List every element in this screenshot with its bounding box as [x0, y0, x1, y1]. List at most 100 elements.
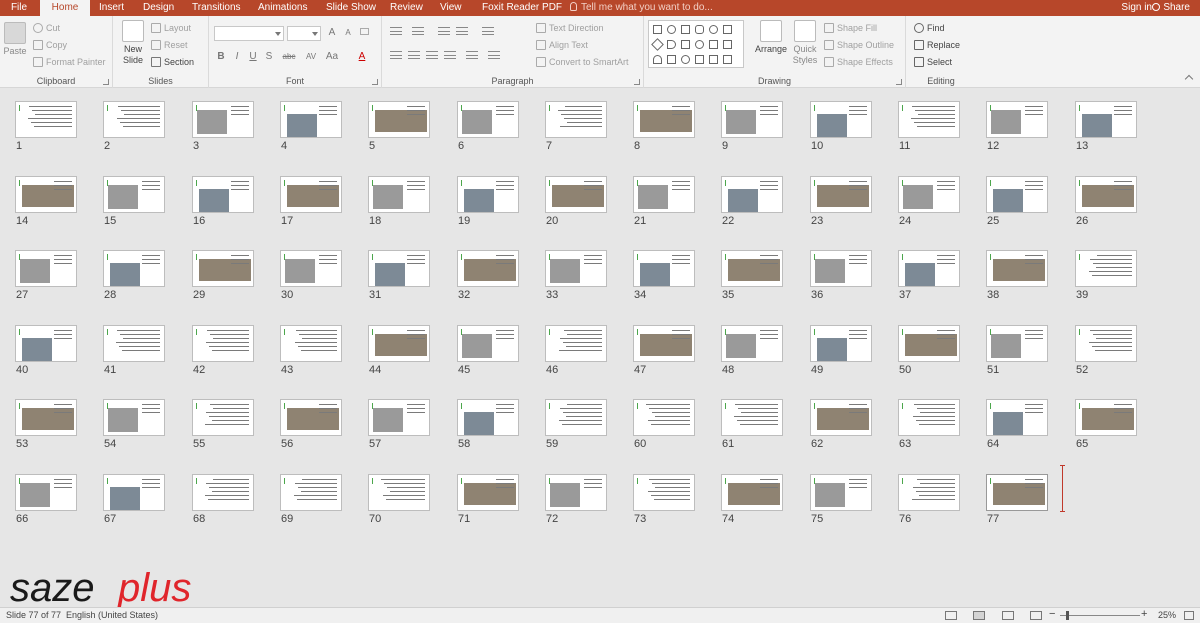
slide-thumbnail[interactable]: 49: [810, 325, 872, 376]
slide-thumbnail[interactable]: 41: [103, 325, 165, 376]
character-spacing-button[interactable]: AV: [302, 51, 320, 63]
slide-thumbnail[interactable]: 19: [457, 176, 519, 227]
share-button[interactable]: Share: [1152, 0, 1190, 16]
slide-thumbnail[interactable]: 59: [545, 399, 607, 450]
more-shapes-icon[interactable]: [723, 55, 732, 64]
slide-thumbnail[interactable]: 6: [457, 101, 519, 152]
slide-thumbnail[interactable]: 67: [103, 474, 165, 525]
slide-thumbnail[interactable]: 73: [633, 474, 695, 525]
zoom-slider-track[interactable]: [1060, 615, 1140, 616]
slide-thumbnail[interactable]: 69: [280, 474, 342, 525]
slide-thumbnail[interactable]: 28: [103, 250, 165, 301]
curve-shape-icon[interactable]: [681, 55, 690, 64]
slide-thumbnail[interactable]: 27: [15, 250, 77, 301]
increase-indent-icon[interactable]: [456, 27, 468, 35]
slide-thumbnail[interactable]: 48: [721, 325, 783, 376]
arrange-button[interactable]: Arrange: [754, 20, 788, 55]
text-direction-button[interactable]: Text Direction: [536, 22, 604, 34]
font-name-combo[interactable]: [214, 26, 284, 41]
normal-view-icon[interactable]: [945, 611, 957, 620]
slide-thumbnail[interactable]: 47: [633, 325, 695, 376]
slide-thumbnail[interactable]: 10: [810, 101, 872, 152]
section-button[interactable]: Section: [151, 56, 194, 68]
new-slide-button[interactable]: New Slide: [119, 20, 147, 66]
slide-thumbnail[interactable]: 60: [633, 399, 695, 450]
slide-thumbnail[interactable]: 17: [280, 176, 342, 227]
slide-thumbnail[interactable]: 24: [898, 176, 960, 227]
slide-thumbnail[interactable]: 8: [633, 101, 695, 152]
tab-home[interactable]: Home: [40, 0, 90, 16]
slide-thumbnail[interactable]: 12: [986, 101, 1048, 152]
slide-thumbnail[interactable]: 75: [810, 474, 872, 525]
shrink-font-button[interactable]: A: [341, 27, 355, 39]
select-button[interactable]: Select: [914, 56, 952, 68]
rounded-rect-shape-icon[interactable]: [695, 25, 704, 34]
bracket-shape-icon[interactable]: [667, 55, 676, 64]
collapse-ribbon-icon[interactable]: [1184, 74, 1194, 84]
slide-thumbnail[interactable]: 34: [633, 250, 695, 301]
slide-thumbnail[interactable]: 35: [721, 250, 783, 301]
tab-animations[interactable]: Animations: [258, 0, 307, 16]
slide-thumbnail[interactable]: 21: [633, 176, 695, 227]
slide-thumbnail[interactable]: 42: [192, 325, 254, 376]
numbering-icon[interactable]: [412, 27, 424, 35]
slide-thumbnail[interactable]: 13: [1075, 101, 1137, 152]
shape-effects-button[interactable]: Shape Effects: [824, 56, 893, 68]
slide-thumbnail[interactable]: 1: [15, 101, 77, 152]
bullets-icon[interactable]: [390, 27, 402, 35]
connector-shape-icon[interactable]: [681, 40, 690, 49]
slide-thumbnail[interactable]: 29: [192, 250, 254, 301]
slide-thumbnail[interactable]: 51: [986, 325, 1048, 376]
tab-foxit-reader-pdf[interactable]: Foxit Reader PDF: [482, 0, 562, 16]
align-left-icon[interactable]: [390, 51, 402, 59]
slide-thumbnail[interactable]: 26: [1075, 176, 1137, 227]
slide-thumbnail[interactable]: 55: [192, 399, 254, 450]
decrease-indent-icon[interactable]: [438, 27, 450, 35]
shapes-gallery[interactable]: [648, 20, 744, 68]
layout-button[interactable]: Layout: [151, 22, 191, 34]
slide-thumbnail[interactable]: 70: [368, 474, 430, 525]
slide-thumbnail[interactable]: 31: [368, 250, 430, 301]
tab-slide-show[interactable]: Slide Show: [326, 0, 376, 16]
replace-button[interactable]: Replace: [914, 39, 960, 51]
slide-thumbnail[interactable]: 38: [986, 250, 1048, 301]
oval-shape-icon[interactable]: [667, 25, 676, 34]
font-launcher-icon[interactable]: [372, 79, 378, 85]
zoom-in-button[interactable]: +: [1141, 608, 1147, 620]
slide-thumbnail[interactable]: 52: [1075, 325, 1137, 376]
slide-thumbnail[interactable]: 45: [457, 325, 519, 376]
slide-thumbnail[interactable]: 68: [192, 474, 254, 525]
quick-styles-button[interactable]: Quick Styles: [790, 20, 820, 66]
slide-thumbnail[interactable]: 72: [545, 474, 607, 525]
zoom-out-button[interactable]: −: [1049, 608, 1055, 620]
slide-thumbnail[interactable]: 5: [368, 101, 430, 152]
slide-thumbnail[interactable]: 40: [15, 325, 77, 376]
textbox-shape-icon[interactable]: [681, 25, 690, 34]
bold-button[interactable]: B: [214, 51, 228, 63]
slide-thumbnail[interactable]: 33: [545, 250, 607, 301]
slideshow-view-icon[interactable]: [1030, 611, 1042, 620]
slide-thumbnail[interactable]: 71: [457, 474, 519, 525]
convert-smartart-button[interactable]: Convert to SmartArt: [536, 56, 629, 68]
underline-button[interactable]: U: [246, 51, 260, 63]
slide-thumbnail[interactable]: 3: [192, 101, 254, 152]
zoom-slider-thumb[interactable]: [1066, 611, 1069, 620]
format-painter-button[interactable]: Format Painter: [33, 56, 106, 68]
slide-thumbnail[interactable]: 32: [457, 250, 519, 301]
slide-thumbnail[interactable]: 64: [986, 399, 1048, 450]
slide-thumbnail[interactable]: 2: [103, 101, 165, 152]
slide-thumbnail[interactable]: 39: [1075, 250, 1137, 301]
tab-view[interactable]: View: [440, 0, 462, 16]
drawing-launcher-icon[interactable]: [896, 79, 902, 85]
slide-thumbnail[interactable]: 76: [898, 474, 960, 525]
callout-shape-icon[interactable]: [695, 40, 704, 49]
rectangle-shape-icon[interactable]: [653, 25, 662, 34]
arc-shape-icon[interactable]: [653, 55, 662, 64]
slide-thumbnail[interactable]: 20: [545, 176, 607, 227]
slide-thumbnail[interactable]: 54: [103, 399, 165, 450]
line-spacing-icon[interactable]: [482, 27, 494, 35]
slide-thumbnail[interactable]: 46: [545, 325, 607, 376]
copy-button[interactable]: Copy: [33, 39, 67, 51]
strikethrough-button[interactable]: abc: [280, 51, 298, 63]
freeform-shape-icon[interactable]: [695, 55, 704, 64]
